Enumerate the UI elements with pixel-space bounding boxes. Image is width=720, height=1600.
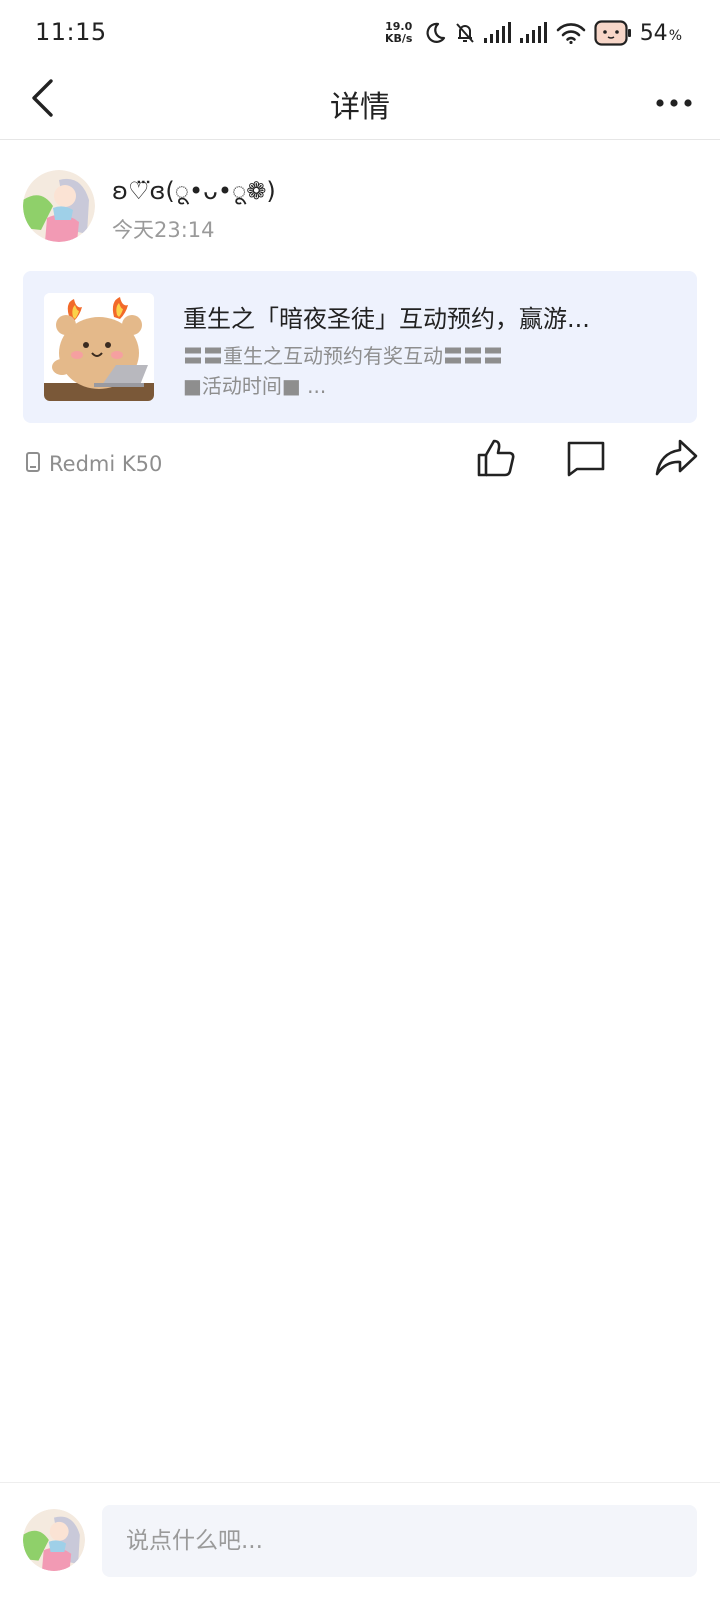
battery-percent-value: 54 bbox=[639, 20, 668, 46]
phone-icon bbox=[25, 451, 41, 477]
comment-bar bbox=[0, 1482, 720, 1600]
status-time: 11:15 bbox=[35, 18, 107, 46]
status-icons: 19.0 KB/s 54% bbox=[382, 18, 682, 48]
top-app-bar: 详情 bbox=[0, 64, 720, 140]
signal-icon bbox=[519, 22, 548, 44]
more-horizontal-icon bbox=[656, 93, 692, 112]
battery-icon bbox=[594, 20, 632, 46]
bell-off-icon bbox=[454, 21, 476, 45]
shared-event-card[interactable]: 重生之「暗夜圣徒」互动预约，赢游... 〓〓重生之互动预约有奖互动〓〓〓 ■活动… bbox=[23, 271, 697, 423]
share-icon bbox=[654, 437, 698, 483]
card-title: 重生之「暗夜圣徒」互动预约，赢游... bbox=[183, 305, 590, 333]
card-description: 〓〓重生之互动预约有奖互动〓〓〓 ■活动时间■ ... bbox=[183, 341, 663, 401]
battery-percent: 54% bbox=[640, 21, 682, 46]
card-thumbnail bbox=[44, 293, 154, 401]
signal-icon bbox=[483, 22, 512, 44]
like-button[interactable] bbox=[472, 436, 520, 484]
page-title: 详情 bbox=[330, 90, 390, 125]
battery-percent-unit: % bbox=[668, 27, 682, 44]
author-avatar[interactable] bbox=[23, 170, 95, 242]
like-icon bbox=[475, 437, 517, 483]
author-name[interactable]: ʚ♡⃛ɞ(ू•ᴗ•ू❁) bbox=[112, 174, 276, 207]
comment-input[interactable] bbox=[102, 1505, 697, 1577]
user-avatar[interactable] bbox=[23, 1509, 85, 1571]
share-button[interactable] bbox=[652, 436, 700, 484]
device-info: Redmi K50 bbox=[25, 450, 162, 478]
card-description-line: 〓〓重生之互动预约有奖互动〓〓〓 bbox=[183, 344, 503, 368]
more-options-button[interactable] bbox=[650, 78, 698, 126]
moon-icon bbox=[424, 21, 446, 45]
wifi-icon bbox=[556, 22, 586, 44]
post-timestamp: 今天23:14 bbox=[112, 218, 215, 242]
detail-screen: 11:15 19.0 KB/s 54 % 详情 ʚ♡⃛ɞ(ू•ᴗ•ू❁) 今天2… bbox=[0, 0, 720, 1600]
card-description-line: ■活动时间■ ... bbox=[183, 374, 327, 398]
comment-button[interactable] bbox=[562, 436, 610, 484]
comment-icon bbox=[565, 437, 607, 483]
device-name: Redmi K50 bbox=[49, 452, 163, 476]
network-speed-unit: KB/s bbox=[384, 32, 413, 45]
status-bar: 11:15 19.0 KB/s 54 % bbox=[0, 0, 720, 64]
network-speed: 19.0 KB/s bbox=[382, 21, 416, 45]
